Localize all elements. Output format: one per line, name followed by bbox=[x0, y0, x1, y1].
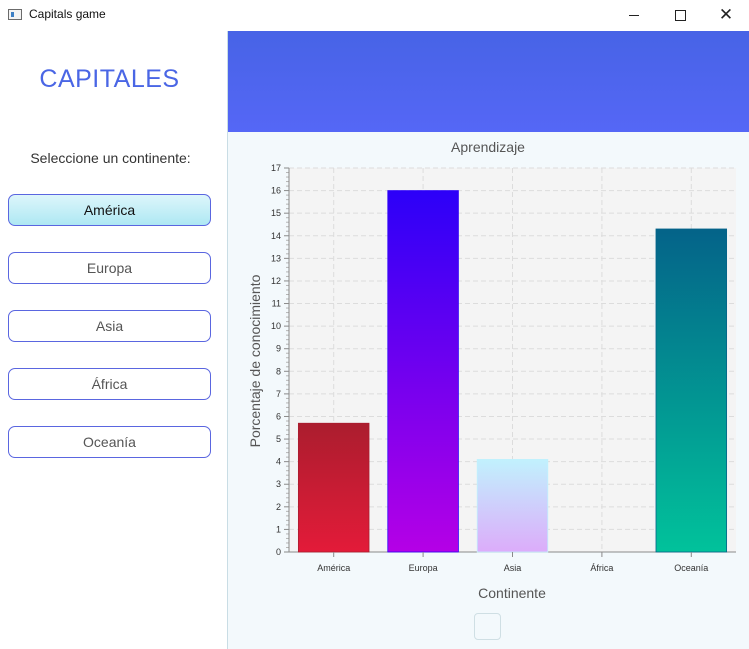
x-tick-label: África bbox=[590, 563, 613, 573]
y-tick-label: 2 bbox=[276, 502, 281, 512]
y-tick-label: 14 bbox=[271, 231, 281, 241]
x-axis-label: Continente bbox=[478, 585, 546, 601]
minimize-button[interactable] bbox=[611, 0, 657, 30]
y-tick-label: 4 bbox=[276, 457, 281, 467]
continent-prompt: Seleccione un continente: bbox=[30, 150, 191, 166]
y-tick-label: 12 bbox=[271, 276, 281, 286]
bar-oceanía bbox=[655, 228, 728, 553]
sidebar: CAPITALES Seleccione un continente: Amér… bbox=[0, 31, 228, 649]
continent-button-asia[interactable]: Asia bbox=[8, 310, 211, 342]
title-bar: Capitals game ✕ bbox=[0, 0, 749, 30]
y-tick-label: 10 bbox=[271, 321, 281, 331]
y-tick-label: 5 bbox=[276, 434, 281, 444]
y-tick-label: 16 bbox=[271, 186, 281, 196]
y-tick-label: 1 bbox=[276, 524, 281, 534]
app-icon bbox=[8, 9, 22, 20]
continent-button-america[interactable]: América bbox=[8, 194, 211, 226]
header-banner bbox=[228, 31, 749, 132]
app-logo-title: CAPITALES bbox=[39, 65, 180, 93]
continent-button-africa[interactable]: África bbox=[8, 368, 211, 400]
bar-américa bbox=[297, 422, 370, 553]
chart-panel: 0 1 2 3 4 5 6 7 8 9 10 11 12 13 14 15 16 17 América Europa A… bbox=[228, 132, 749, 649]
maximize-button[interactable] bbox=[657, 0, 703, 30]
window-title: Capitals game bbox=[29, 7, 106, 21]
bar-europa bbox=[387, 190, 459, 553]
y-tick-label: 6 bbox=[276, 411, 281, 421]
continent-button-europa[interactable]: Europa bbox=[8, 252, 211, 284]
y-tick-label: 8 bbox=[276, 366, 281, 376]
x-tick-label: América bbox=[317, 563, 350, 573]
bar-asia bbox=[476, 458, 549, 553]
minimize-icon bbox=[629, 14, 639, 16]
y-tick-label: 9 bbox=[276, 344, 281, 354]
y-tick-label: 7 bbox=[276, 389, 281, 399]
close-button[interactable]: ✕ bbox=[703, 0, 749, 30]
continent-button-oceania[interactable]: Oceanía bbox=[8, 426, 211, 458]
y-tick-label: 3 bbox=[276, 479, 281, 489]
y-axis-label: Porcentaje de conocimiento bbox=[247, 274, 263, 447]
x-tick-label: Europa bbox=[409, 563, 438, 573]
x-tick-label: Oceanía bbox=[674, 563, 708, 573]
x-tick-label: Asia bbox=[504, 563, 522, 573]
y-tick-label: 15 bbox=[271, 208, 281, 218]
bar-chart: 01234567891011121314151617América Europa A… bbox=[247, 139, 736, 601]
y-tick-label: 0 bbox=[276, 547, 281, 557]
chart-title: Aprendizaje bbox=[451, 139, 525, 155]
bottom-placeholder-button[interactable] bbox=[474, 613, 501, 640]
y-tick-label: 11 bbox=[272, 299, 281, 309]
close-icon: ✕ bbox=[718, 4, 734, 25]
y-tick-label: 17 bbox=[271, 163, 281, 173]
y-tick-label: 13 bbox=[271, 253, 281, 263]
maximize-icon bbox=[674, 9, 686, 21]
